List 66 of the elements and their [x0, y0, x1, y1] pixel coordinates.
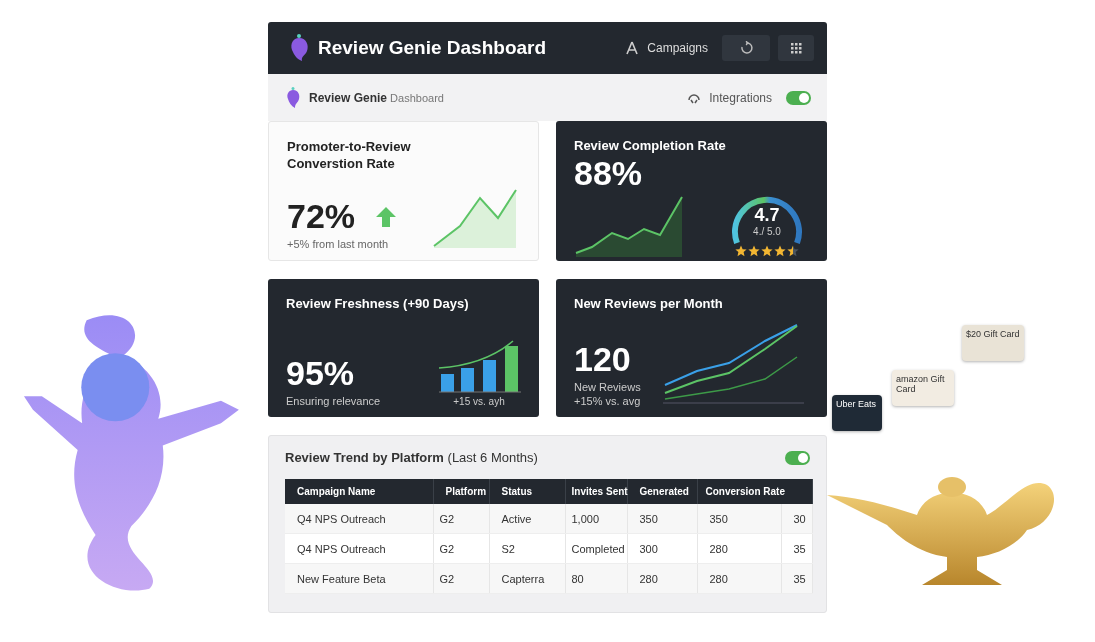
- star-icon: [787, 245, 799, 257]
- table-cell: 1,000: [565, 504, 627, 534]
- table-cell: Completed: [565, 533, 627, 564]
- table-cell: 350: [697, 504, 781, 534]
- chart-bar: [441, 374, 454, 392]
- card-title: Review Completion Rate: [574, 137, 727, 154]
- table-cell: S2: [489, 533, 565, 564]
- metric-value: 72%: [287, 197, 356, 236]
- column-header: Generated: [627, 479, 697, 504]
- column-header: Platform: [433, 479, 489, 504]
- card-title: Promoter-to-Review Converstion Rate: [287, 138, 412, 172]
- metric-value: 120: [574, 340, 631, 379]
- column-header: Status: [489, 479, 565, 504]
- table-cell: G2: [433, 533, 489, 564]
- chart-bar: [461, 368, 474, 392]
- star-icon: [748, 245, 760, 257]
- gift-card: $20 Gift Card: [962, 325, 1024, 361]
- integrations-label: Integrations: [709, 90, 772, 105]
- brand-name: Review Genie Dashboard: [309, 90, 444, 105]
- metric-note: +5% from last month: [287, 238, 390, 250]
- table-cell: 300: [627, 533, 697, 564]
- table-cell: Q4 NPS Outreach: [285, 533, 433, 564]
- table-cell: Active: [489, 504, 565, 534]
- gauge-scale: 4./ 5.0: [752, 226, 782, 237]
- chart-bar: [505, 346, 518, 392]
- table-cell: G2: [433, 563, 489, 594]
- card-title: New Reviews per Month: [574, 295, 724, 312]
- genie-logo-icon: [285, 86, 301, 109]
- table-cell: 280: [627, 563, 697, 594]
- table-cell: 30: [781, 504, 812, 534]
- star-icon: [774, 245, 786, 257]
- table-cell: New Feature Beta: [285, 563, 433, 594]
- campaigns-link[interactable]: Campaigns: [647, 41, 708, 55]
- refresh-icon: [739, 41, 753, 55]
- genie-logo-icon: [288, 34, 310, 62]
- table-cell: 280: [697, 563, 781, 594]
- column-header: Invites Sent: [565, 479, 627, 504]
- refresh-button[interactable]: [722, 35, 770, 61]
- table-cell: 280: [697, 533, 781, 564]
- metric-note: Ensuring relevance: [286, 395, 381, 407]
- star-icon: [761, 245, 773, 257]
- table-cell: 350: [627, 504, 697, 534]
- integrations-toggle[interactable]: [786, 90, 811, 105]
- table-cell: Capterra: [489, 563, 565, 594]
- person-icon: [625, 40, 640, 56]
- gift-card: amazon Gift Card: [892, 370, 954, 406]
- metric-note: New Reviews: [574, 381, 641, 393]
- star-icon: [735, 245, 747, 257]
- metric-value: 95%: [286, 354, 355, 393]
- metric-value: 88%: [574, 154, 643, 193]
- column-header: Campaign Name: [285, 479, 433, 504]
- table-cell: Q4 NPS Outreach: [285, 504, 433, 534]
- chart-caption: +15 vs. ayh: [453, 396, 505, 407]
- table-cell: G2: [433, 504, 489, 534]
- chart-bar: [483, 360, 496, 392]
- dashboard-title: Review Genie Dashboard: [318, 37, 547, 59]
- grid-menu-button[interactable]: [778, 35, 814, 61]
- metric-note: +15% vs. avg: [574, 395, 641, 407]
- table-cell: 80: [565, 563, 627, 594]
- grid-icon: [790, 42, 802, 54]
- card-title: Review Freshness (+90 Days): [286, 295, 470, 312]
- gauge-ring: [732, 196, 802, 244]
- panel-title: Review Trend by Platform (Last 6 Months): [285, 450, 538, 465]
- panel-toggle[interactable]: [785, 450, 810, 465]
- gauge-value: 4.7: [753, 205, 781, 226]
- gift-card: Uber Eats: [832, 395, 882, 431]
